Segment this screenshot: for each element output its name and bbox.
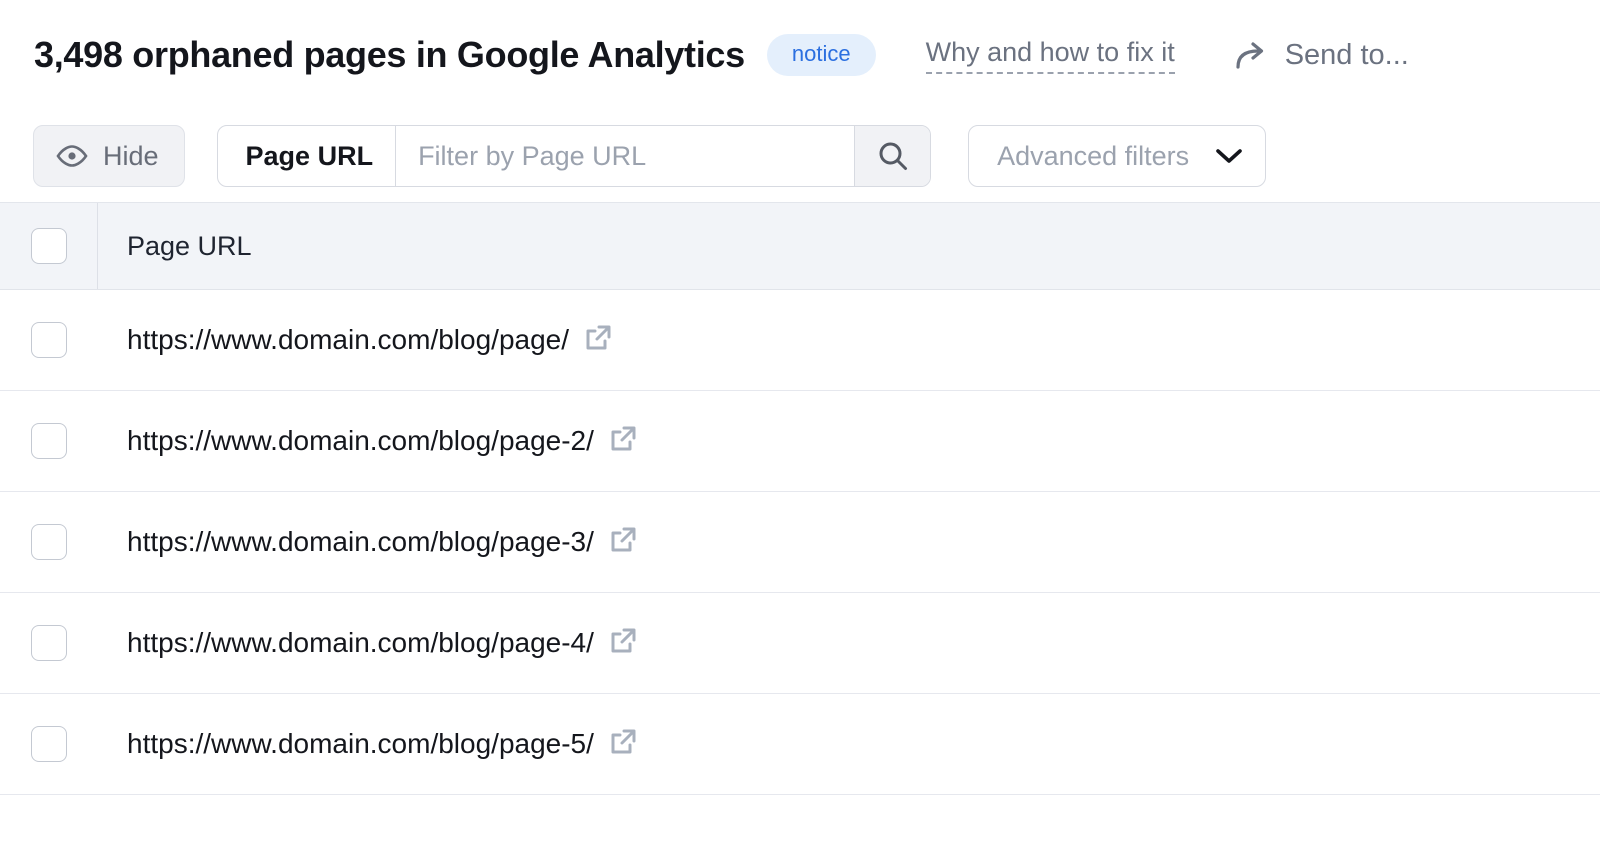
filters-toolbar: Hide Page URL Advanced filters [0, 110, 1600, 202]
row-select-cell [0, 492, 98, 592]
row-checkbox[interactable] [31, 322, 67, 358]
row-url-cell: https://www.domain.com/blog/page-5/ [98, 724, 638, 764]
report-header: 3,498 orphaned pages in Google Analytics… [0, 0, 1600, 110]
row-url-cell: https://www.domain.com/blog/page/ [98, 320, 613, 360]
external-link-icon[interactable] [608, 525, 638, 562]
send-to-label: Send to... [1285, 39, 1409, 72]
hide-button[interactable]: Hide [33, 125, 185, 187]
why-and-how-to-fix-it-link[interactable]: Why and how to fix it [926, 37, 1175, 74]
hide-button-label: Hide [103, 141, 159, 172]
external-link-icon[interactable] [608, 727, 638, 764]
filter-input-group: Page URL [217, 125, 932, 187]
row-select-cell [0, 290, 98, 390]
advanced-filters-dropdown[interactable]: Advanced filters [968, 125, 1266, 187]
filter-input[interactable] [396, 126, 854, 186]
send-to-button[interactable]: Send to... [1235, 39, 1409, 72]
select-all-cell [0, 203, 98, 289]
chevron-down-icon [1215, 147, 1243, 165]
share-arrow-icon [1235, 40, 1269, 70]
row-url-text: https://www.domain.com/blog/page/ [127, 324, 569, 356]
row-url-cell: https://www.domain.com/blog/page-2/ [98, 421, 638, 461]
column-header-page-url: Page URL [98, 231, 252, 262]
external-link-icon[interactable] [608, 424, 638, 461]
external-link-icon[interactable] [608, 626, 638, 663]
row-checkbox[interactable] [31, 625, 67, 661]
table-header-row: Page URL [0, 202, 1600, 290]
row-select-cell [0, 694, 98, 794]
row-checkbox[interactable] [31, 524, 67, 560]
table-row[interactable]: https://www.domain.com/blog/page-2/ [0, 391, 1600, 492]
table-row[interactable]: https://www.domain.com/blog/page-4/ [0, 593, 1600, 694]
orphaned-pages-table: Page URL https://www.domain.com/blog/pag… [0, 202, 1600, 795]
status-badge: notice [767, 34, 876, 76]
row-select-cell [0, 593, 98, 693]
search-icon [876, 139, 910, 173]
search-button[interactable] [854, 126, 930, 186]
row-url-text: https://www.domain.com/blog/page-5/ [127, 728, 594, 760]
row-url-cell: https://www.domain.com/blog/page-3/ [98, 522, 638, 562]
external-link-icon[interactable] [583, 323, 613, 360]
row-url-cell: https://www.domain.com/blog/page-4/ [98, 623, 638, 663]
row-select-cell [0, 391, 98, 491]
eye-icon [56, 144, 88, 168]
orphaned-pages-report: 3,498 orphaned pages in Google Analytics… [0, 0, 1600, 848]
table-row[interactable]: https://www.domain.com/blog/page/ [0, 290, 1600, 391]
row-checkbox[interactable] [31, 726, 67, 762]
page-title: 3,498 orphaned pages in Google Analytics [34, 34, 745, 76]
advanced-filters-label: Advanced filters [997, 141, 1189, 172]
table-row[interactable]: https://www.domain.com/blog/page-3/ [0, 492, 1600, 593]
filter-field-selector[interactable]: Page URL [218, 126, 397, 186]
row-checkbox[interactable] [31, 423, 67, 459]
table-row[interactable]: https://www.domain.com/blog/page-5/ [0, 694, 1600, 795]
select-all-checkbox[interactable] [31, 228, 67, 264]
row-url-text: https://www.domain.com/blog/page-2/ [127, 425, 594, 457]
row-url-text: https://www.domain.com/blog/page-3/ [127, 526, 594, 558]
row-url-text: https://www.domain.com/blog/page-4/ [127, 627, 594, 659]
